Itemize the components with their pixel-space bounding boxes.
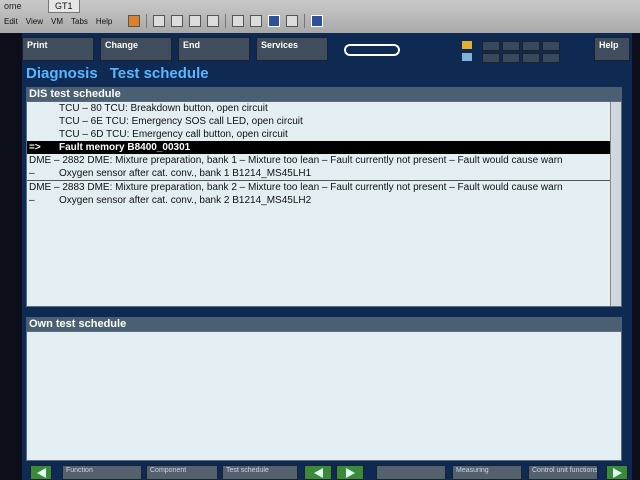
next-button[interactable] (336, 465, 364, 480)
menu-edit[interactable]: Edit (4, 17, 18, 26)
save-icon[interactable] (462, 53, 472, 61)
arrow-right-icon (345, 468, 355, 478)
fullscreen-icon[interactable] (268, 15, 280, 27)
test-schedule-button[interactable]: Test schedule (222, 465, 298, 480)
list-item[interactable]: – Oxygen sensor after cat. conv., bank 1 … (27, 167, 621, 180)
function-button[interactable]: Function (62, 465, 142, 480)
status-cell (522, 53, 540, 63)
list-item[interactable]: TCU – 6E TCU: Emergency SOS call LED, op… (27, 115, 621, 128)
end-button[interactable]: End (178, 37, 250, 61)
list-item[interactable]: TCU – 80 TCU: Breakdown button, open cir… (27, 102, 621, 115)
vm-tab-previous[interactable]: ome (0, 0, 26, 12)
continue-button[interactable] (606, 465, 628, 480)
arrow-right-icon (612, 468, 622, 478)
status-cell (542, 41, 560, 51)
component-button[interactable]: Component (146, 465, 218, 480)
status-oval-icon (344, 44, 400, 56)
menu-view[interactable]: View (26, 17, 43, 26)
menu-help[interactable]: Help (96, 17, 112, 26)
unity-icon[interactable] (286, 15, 298, 27)
heading-diagnosis: Diagnosis (26, 65, 98, 82)
list-item[interactable]: TCU – 6D TCU: Emergency call button, ope… (27, 128, 621, 141)
print-button[interactable]: Print (22, 37, 94, 61)
previous-button[interactable] (304, 465, 332, 480)
bottom-button-bar: Function Component Test schedule Measuri… (22, 465, 632, 480)
dis-test-schedule-list[interactable]: TCU – 80 TCU: Breakdown button, open cir… (26, 101, 622, 307)
row-text: Oxygen sensor after cat. conv., bank 1 B… (59, 168, 312, 179)
arrow-left-icon (313, 468, 323, 478)
dis-panel-title: DIS test schedule (26, 87, 622, 101)
change-button[interactable]: Change (100, 37, 172, 61)
help-button[interactable]: Help (594, 37, 630, 61)
control-unit-functions-button[interactable]: Control unit functions (528, 465, 598, 480)
dis-list-scrollbar[interactable] (610, 102, 621, 306)
row-text: DME – 2882 DME: Mixture preparation, ban… (29, 155, 563, 166)
send-ctrl-alt-del-icon[interactable] (153, 15, 165, 27)
divider (225, 14, 226, 28)
row-text: TCU – 6E TCU: Emergency SOS call LED, op… (59, 116, 303, 127)
status-grid (482, 41, 560, 63)
own-panel-title: Own test schedule (26, 317, 622, 331)
list-item-selected[interactable]: => Fault memory B8400_00301 (27, 141, 621, 154)
row-text: TCU – 80 TCU: Breakdown button, open cir… (59, 103, 268, 114)
status-cell (482, 53, 500, 63)
menu-tabs[interactable]: Tabs (71, 17, 88, 26)
suspend-icon[interactable] (128, 15, 140, 27)
diagnosis-screen: Print Change End Services Help Diagnosis… (22, 33, 632, 480)
tabs-icon[interactable] (250, 15, 262, 27)
folder-icon[interactable] (462, 41, 472, 49)
vm-toolbar: ome GT1 Edit View VM Tabs Help (0, 0, 640, 33)
services-button[interactable]: Services (256, 37, 328, 61)
revert-snapshot-icon[interactable] (189, 15, 201, 27)
row-prefix: => (29, 142, 41, 153)
vm-tools (128, 13, 323, 29)
divider (146, 14, 147, 28)
arrow-left-icon (36, 468, 46, 478)
top-button-bar: Print Change End Services Help (22, 35, 632, 65)
divider (304, 14, 305, 28)
row-prefix: – (29, 195, 35, 206)
row-prefix: – (29, 168, 35, 179)
vm-menu: Edit View VM Tabs Help (4, 13, 112, 29)
sidebar-icon[interactable] (232, 15, 244, 27)
vm-tab-active[interactable]: GT1 (48, 0, 80, 13)
measuring-button[interactable]: Measuring (452, 465, 522, 480)
row-text: Fault memory B8400_00301 (59, 142, 191, 153)
scroll-left-button[interactable] (30, 465, 52, 480)
page-title: Diagnosis Test schedule (26, 65, 221, 83)
status-cell (522, 41, 540, 51)
status-cell (482, 41, 500, 51)
status-cell (502, 41, 520, 51)
row-text: TCU – 6D TCU: Emergency call button, ope… (59, 129, 288, 140)
snapshot-manager-icon[interactable] (207, 15, 219, 27)
console-view-icon[interactable] (311, 15, 323, 27)
blank-button[interactable] (376, 465, 446, 480)
menu-vm[interactable]: VM (51, 17, 63, 26)
status-cell (502, 53, 520, 63)
list-item[interactable]: DME – 2883 DME: Mixture preparation, ban… (27, 180, 621, 194)
row-text: DME – 2883 DME: Mixture preparation, ban… (29, 182, 563, 193)
list-item[interactable]: – Oxygen sensor after cat. conv., bank 2 … (27, 194, 621, 207)
list-item[interactable]: DME – 2882 DME: Mixture preparation, ban… (27, 154, 621, 167)
heading-test-schedule: Test schedule (109, 65, 209, 82)
own-test-schedule-list[interactable] (26, 331, 622, 461)
snapshot-icon[interactable] (171, 15, 183, 27)
row-text: Oxygen sensor after cat. conv., bank 2 B… (59, 195, 312, 206)
status-cell (542, 53, 560, 63)
